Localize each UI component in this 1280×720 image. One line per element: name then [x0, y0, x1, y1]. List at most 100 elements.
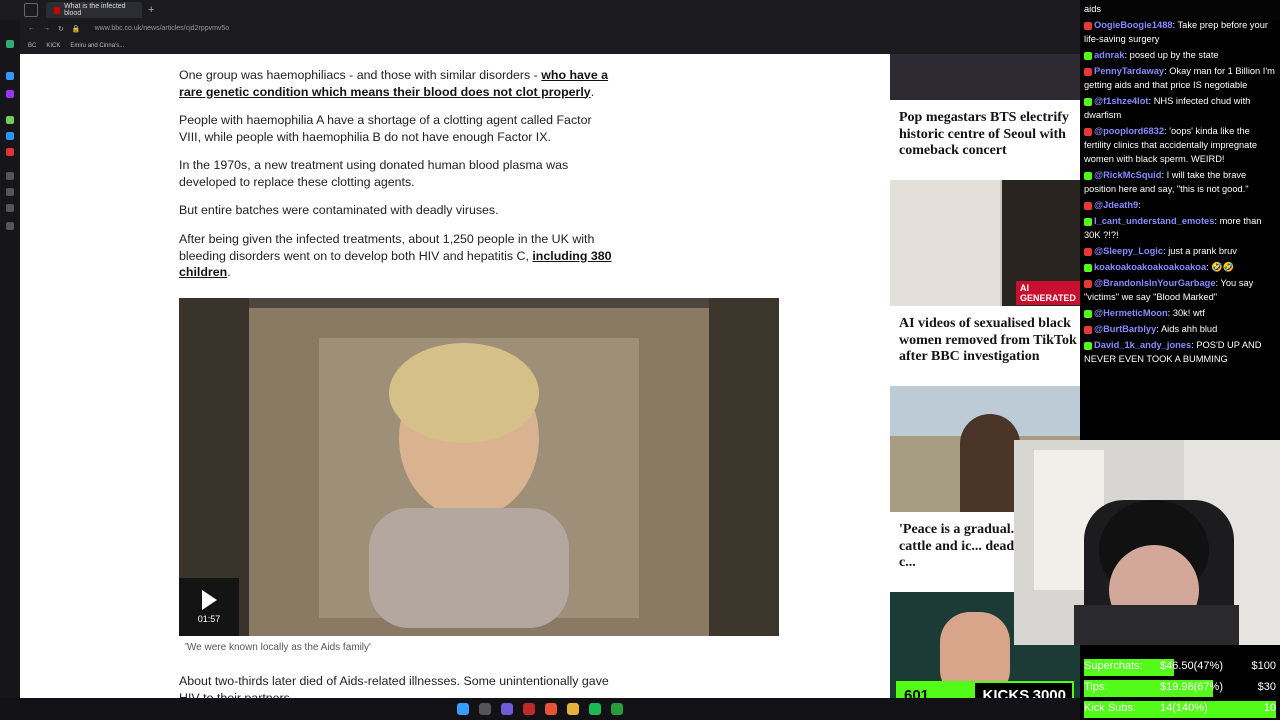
chat-text: posed up by the state — [1129, 50, 1219, 60]
chat-text: just a prank bruv — [1168, 246, 1237, 256]
chat-text: 🤣🤣 — [1211, 262, 1235, 272]
sidebar-app-icon[interactable] — [6, 72, 14, 80]
chat-username[interactable]: @BrandonIsInYourGarbage — [1094, 278, 1216, 288]
chat-username[interactable]: David_1k_andy_jones — [1094, 340, 1191, 350]
goal-label: Tips: — [1084, 681, 1108, 693]
chat-username[interactable]: OogieBoogie1488 — [1094, 20, 1173, 30]
chat-text: aids — [1084, 4, 1102, 14]
platform-badge-icon — [1084, 51, 1092, 60]
webcam-feed-image — [1014, 440, 1280, 645]
story-thumbnail[interactable]: AI GENERATED — [890, 180, 1080, 306]
chat-message: David_1k_andy_jones: POS'D UP AND NEVER … — [1084, 340, 1262, 364]
platform-badge-icon — [1084, 201, 1092, 210]
platform-badge-icon — [1084, 279, 1092, 288]
chat-message: @RickMcSquid: I will take the brave posi… — [1084, 170, 1249, 194]
sidebar-app-icon[interactable] — [6, 188, 14, 196]
chat-message: koakoakoakoakoakoakoa: 🤣🤣 — [1084, 260, 1276, 274]
platform-badge-icon — [1084, 263, 1092, 272]
chat-username[interactable]: @BurtBarblyy — [1094, 324, 1156, 334]
chat-message: @Sleepy_Logic: just a prank bruv — [1084, 244, 1276, 258]
article-paragraph: One group was haemophiliacs - and those … — [179, 68, 609, 99]
platform-badge-icon — [1084, 325, 1092, 334]
new-tab-plus-icon[interactable]: + — [148, 4, 154, 16]
goal-label: Superchats: — [1084, 660, 1143, 672]
url-field[interactable]: www.bbc.co.uk/news/articles/cjd2rppvmv5o — [95, 25, 230, 32]
bookmark-item[interactable]: BC — [28, 43, 36, 49]
goal-target: $100 — [1251, 660, 1276, 672]
chat-message: PennyTardaway: Okay man for 1 Billion I'… — [1084, 66, 1275, 90]
chat-message: I_cant_understand_emotes: more than 30K … — [1084, 216, 1262, 240]
address-bar-row: ← → ↻ 🔒 www.bbc.co.uk/news/articles/cjd2… — [20, 20, 1080, 37]
video-duration: 01:57 — [197, 614, 221, 624]
goal-value: 14(140%) — [1160, 702, 1208, 714]
article-paragraph: About two-thirds later died of Aids-rela… — [179, 674, 609, 700]
goal-label: Kick Subs: — [1084, 702, 1136, 714]
platform-badge-icon — [1084, 97, 1092, 106]
tab-title: What is the infected blood — [64, 3, 126, 17]
search-icon[interactable] — [479, 703, 491, 715]
reload-icon[interactable]: ↻ — [58, 25, 64, 33]
chat-username[interactable]: @f1shze4lot — [1094, 96, 1149, 106]
platform-badge-icon — [1084, 341, 1092, 350]
bookmark-item[interactable]: Emiru and Cinna's... — [70, 43, 124, 49]
settings-icon[interactable] — [6, 222, 14, 230]
goal-row-tips: Tips: $19.98(67%) $30 — [1080, 678, 1280, 699]
goal-target: $30 — [1257, 681, 1276, 693]
chat-text: Aids ahh blud — [1160, 324, 1218, 334]
chat-message: @f1shze4lot: NHS infected chud with dwar… — [1084, 96, 1251, 120]
spotify-icon[interactable] — [589, 703, 601, 715]
sidebar-toggle-icon[interactable] — [24, 3, 38, 17]
story-title[interactable]: AI videos of sexualised black women remo… — [899, 316, 1080, 366]
chat-message: OogieBoogie1488: Take prep before your l… — [1084, 20, 1268, 44]
xbox-icon[interactable] — [611, 703, 623, 715]
chat-message: @pooplord6832: 'oops' kinda like the fer… — [1084, 126, 1258, 164]
goal-target: 10 — [1263, 702, 1276, 714]
chat-message: aids — [1084, 2, 1276, 16]
chat-username[interactable]: @pooplord6832 — [1094, 126, 1164, 136]
article-paragraph: But entire batches were contaminated wit… — [179, 203, 499, 217]
stream-chat: aids OogieBoogie1488: Take prep before yo… — [1080, 0, 1280, 440]
forward-arrow-icon[interactable]: → — [43, 25, 50, 32]
back-arrow-icon[interactable]: ← — [28, 25, 35, 32]
chat-username[interactable]: adnrak — [1094, 50, 1125, 60]
start-icon[interactable] — [457, 703, 469, 715]
story-title[interactable]: Pop megastars BTS electrify historic cen… — [899, 110, 1080, 160]
chat-username[interactable]: @HermeticMoon — [1094, 308, 1168, 318]
sidebar-app-icon[interactable] — [6, 148, 14, 156]
tab-active[interactable]: What is the infected blood — [46, 2, 142, 18]
chat-username[interactable]: @RickMcSquid — [1094, 170, 1161, 180]
app-icon[interactable] — [545, 703, 557, 715]
goal-row-superchats: Superchats: $46.50(47%) $100 — [1080, 657, 1280, 678]
sidebar-app-icon[interactable] — [6, 204, 14, 212]
chat-username[interactable]: I_cant_understand_emotes — [1094, 216, 1214, 226]
paragraph-text: One group was haemophiliacs - and those … — [179, 68, 542, 82]
platform-badge-icon — [1084, 247, 1092, 256]
story-thumbnail[interactable] — [890, 54, 1080, 100]
app-icon[interactable] — [523, 703, 535, 715]
chat-text: 30k! wtf — [1172, 308, 1205, 318]
folder-icon[interactable] — [567, 703, 579, 715]
chat-username[interactable]: koakoakoakoakoakoakoa — [1094, 262, 1206, 272]
browser-sidebar — [0, 0, 20, 700]
video-player[interactable]: 01:57 — [179, 298, 779, 636]
platform-badge-icon — [1084, 127, 1092, 136]
platform-badge-icon — [1084, 309, 1092, 318]
sidebar-app-icon[interactable] — [6, 116, 14, 124]
sidebar-app-icon[interactable] — [6, 40, 14, 48]
play-button[interactable]: 01:57 — [179, 578, 239, 636]
streamer-webcam — [1014, 440, 1280, 645]
bookmarks-bar: BC KICK Emiru and Cinna's... — [20, 37, 1080, 54]
platform-badge-icon — [1084, 171, 1092, 180]
sidebar-app-icon[interactable] — [6, 90, 14, 98]
article-paragraph: People with haemophilia A have a shortag… — [179, 113, 592, 144]
platform-badge-icon — [1084, 67, 1092, 76]
chat-username[interactable]: @Jdeath9 — [1094, 200, 1138, 210]
chat-username[interactable]: @Sleepy_Logic — [1094, 246, 1163, 256]
sidebar-app-icon[interactable] — [6, 132, 14, 140]
bookmark-item[interactable]: KICK — [46, 43, 60, 49]
sidebar-app-icon[interactable] — [6, 172, 14, 180]
goal-value: $19.98(67%) — [1160, 681, 1223, 693]
app-icon[interactable] — [501, 703, 513, 715]
chat-username[interactable]: PennyTardaway — [1094, 66, 1164, 76]
chat-message: adnrak: posed up by the state — [1084, 48, 1276, 62]
